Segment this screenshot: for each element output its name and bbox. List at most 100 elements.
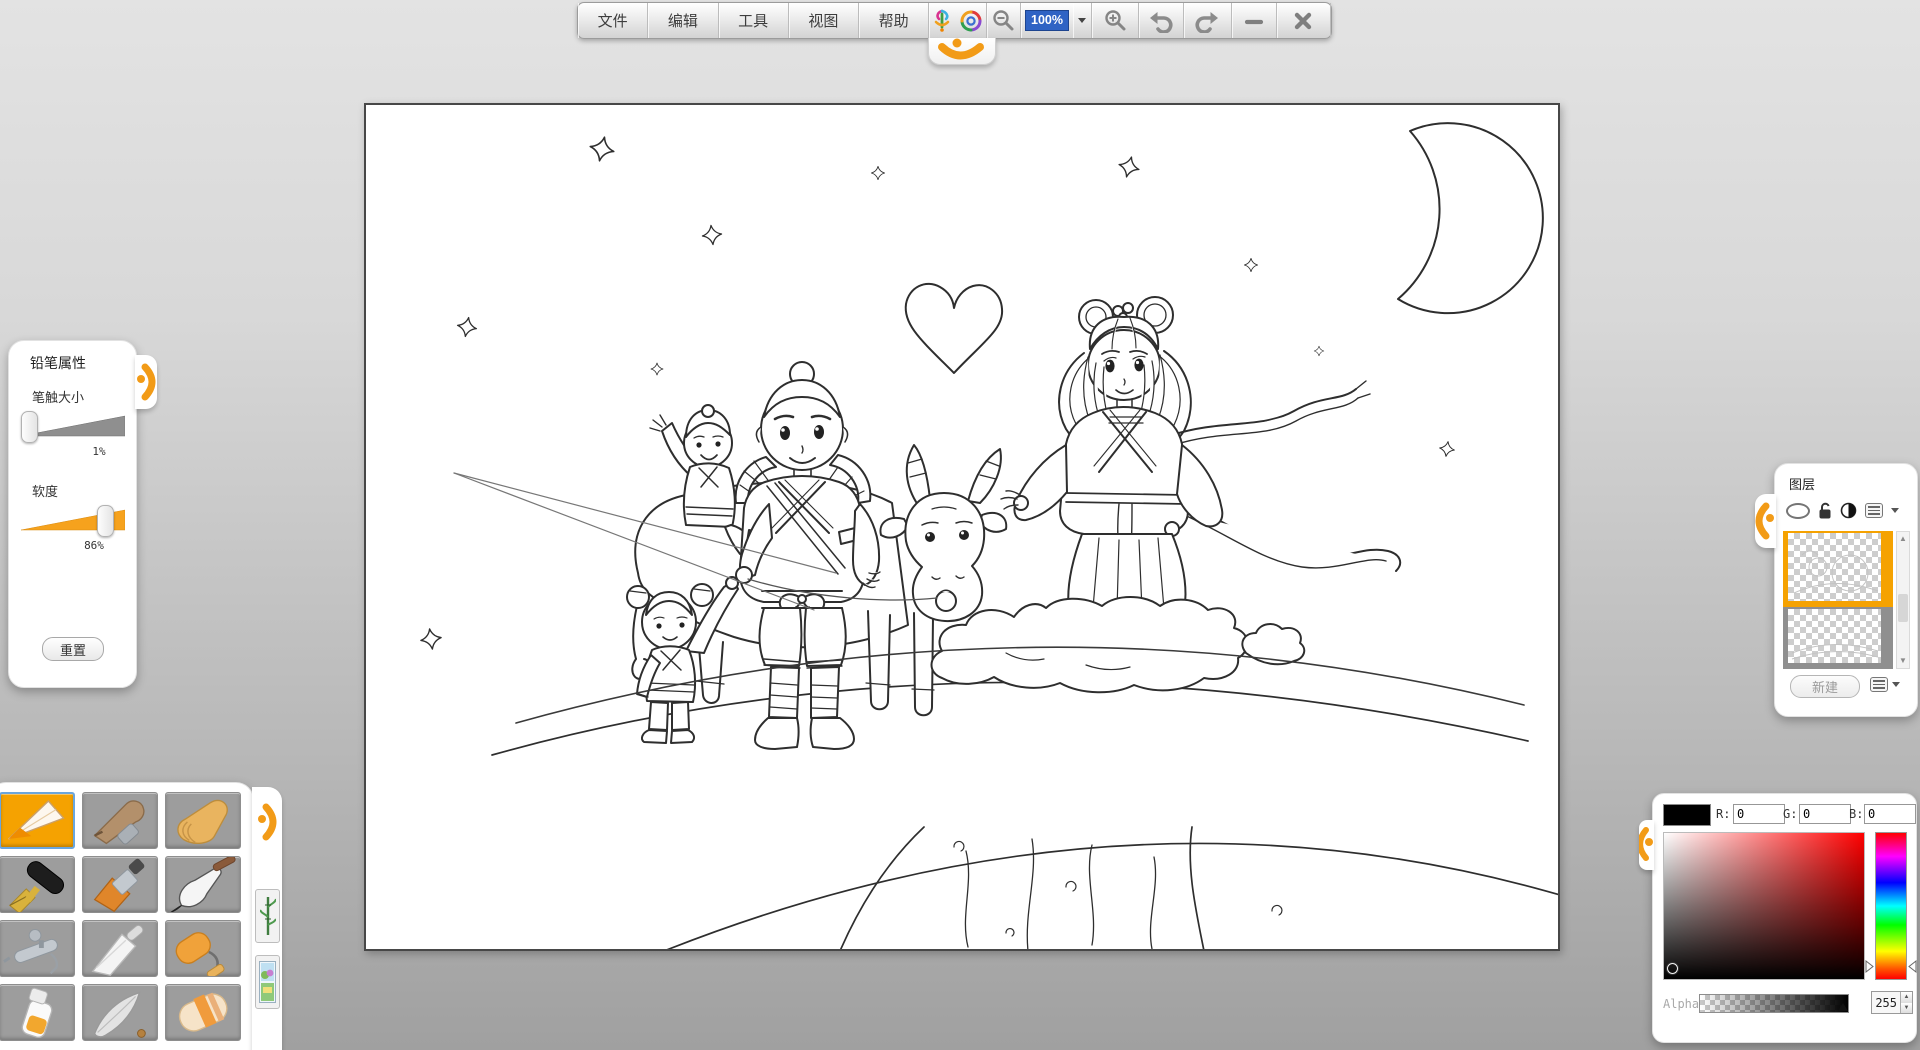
gallery-logo-icon[interactable] [959, 9, 983, 33]
brush-size-slider-handle[interactable] [21, 411, 38, 443]
milky-way-river [664, 827, 1558, 949]
alpha-slider-marker[interactable] [1838, 1003, 1848, 1011]
scroll-down-icon[interactable]: ▼ [1897, 656, 1909, 666]
chevron-down-icon[interactable] [1891, 508, 1899, 513]
menu-file[interactable]: 文件 [578, 3, 648, 38]
scrollbar-thumb[interactable] [1898, 594, 1908, 622]
layer-thumbnail-selected[interactable] [1783, 531, 1893, 607]
layer-list [1783, 531, 1893, 669]
red-input[interactable] [1733, 804, 1785, 824]
saturation-value-picker[interactable] [1663, 832, 1865, 980]
tool-pencil[interactable] [0, 792, 75, 849]
toolbar-smiley-handle[interactable] [928, 38, 996, 65]
softness-slider-handle[interactable] [97, 505, 114, 537]
undo-button[interactable] [1139, 3, 1184, 38]
close-button[interactable] [1277, 3, 1331, 38]
main-toolbar: 文件 编辑 工具 视图 帮助 [577, 2, 1332, 39]
smiley-icon [1639, 820, 1654, 870]
menu-file-label: 文件 [598, 10, 628, 31]
zoom-out-button[interactable] [987, 3, 1022, 38]
tool-airbrush[interactable] [0, 920, 75, 977]
reset-button[interactable]: 重置 [42, 637, 104, 661]
menu-help[interactable]: 帮助 [859, 3, 929, 38]
red-label: R: [1716, 807, 1730, 821]
tool-ink-brush[interactable] [165, 856, 241, 913]
color-panel-handle[interactable] [1639, 820, 1654, 870]
tool-charcoal[interactable] [82, 792, 158, 849]
green-input[interactable] [1799, 804, 1851, 824]
cowherd-weaver-line-art [366, 105, 1558, 949]
zoom-in-button[interactable] [1092, 3, 1140, 38]
layer-menu-icon[interactable] [1870, 677, 1888, 692]
tool-palette-knife[interactable] [82, 920, 158, 977]
tool-eraser[interactable] [165, 984, 241, 1041]
menu-view[interactable]: 视图 [789, 3, 859, 38]
unlock-icon[interactable] [1818, 502, 1832, 519]
logo-button-group [929, 3, 986, 38]
layers-panel-handle[interactable] [1755, 494, 1776, 548]
zoom-level-dropdown[interactable] [1073, 3, 1092, 38]
minimize-button[interactable] [1232, 3, 1277, 38]
blue-input[interactable] [1864, 804, 1916, 824]
softness-slider[interactable] [21, 505, 125, 535]
tool-paint-bottle[interactable] [0, 984, 75, 1041]
layer-thumbnail[interactable] [1783, 607, 1893, 669]
brush-palette-panel [0, 782, 254, 1050]
paint-roller-icon [166, 920, 240, 977]
ink-brush-icon [166, 856, 240, 913]
crayon-icon [166, 792, 240, 849]
close-icon [1293, 11, 1313, 31]
tool-fountain-pen[interactable] [0, 856, 75, 913]
flat-brush-icon [83, 856, 157, 913]
hue-bar[interactable] [1875, 832, 1907, 980]
chevron-down-icon[interactable] [1892, 682, 1900, 687]
redo-button[interactable] [1184, 3, 1232, 38]
tool-paint-roller[interactable] [165, 920, 241, 977]
smiley-icon [929, 38, 995, 64]
moon [1398, 123, 1543, 313]
new-layer-button[interactable]: 新建 [1790, 675, 1860, 698]
spin-up-icon[interactable]: ▲ [1901, 992, 1912, 1003]
brush-size-slider[interactable] [21, 411, 125, 441]
alpha-spinner[interactable]: 255 ▲ ▼ [1871, 991, 1913, 1014]
tool-crayon[interactable] [165, 792, 241, 849]
eraser-icon [166, 984, 240, 1041]
pencil-panel-title: 铅笔属性 [30, 353, 86, 373]
menu-view-label: 视图 [808, 10, 838, 31]
airbrush-icon [0, 920, 74, 977]
layer-scrollbar[interactable]: ▲ ▼ [1896, 531, 1910, 669]
spin-down-icon[interactable]: ▼ [1901, 1003, 1912, 1014]
app-window: 文件 编辑 工具 视图 帮助 [0, 0, 1920, 1050]
hue-marker-left[interactable] [1865, 960, 1874, 973]
fun-logo-icon[interactable] [931, 8, 954, 33]
hue-marker-right[interactable] [1908, 960, 1917, 973]
bamboo-stamp-tab[interactable] [255, 889, 280, 943]
picture-stamp-tab[interactable] [255, 955, 280, 1009]
menu-tools[interactable]: 工具 [719, 3, 789, 38]
tool-flat-brush[interactable] [82, 856, 158, 913]
alpha-slider[interactable] [1699, 994, 1849, 1013]
softness-label: 软度 [32, 481, 58, 500]
sv-picker-marker[interactable] [1667, 963, 1678, 974]
zoom-level-field[interactable]: 100% [1021, 3, 1072, 38]
scroll-up-icon[interactable]: ▲ [1897, 534, 1909, 544]
brush-size-label: 笔触大小 [32, 387, 84, 406]
pencil-panel-handle[interactable] [135, 355, 157, 409]
drawing-canvas[interactable] [364, 103, 1560, 951]
undo-icon [1148, 9, 1174, 33]
layer-menu-icon[interactable] [1865, 503, 1883, 518]
tool-quill[interactable] [82, 984, 158, 1041]
softness-value: 86% [71, 539, 117, 552]
quill-icon [83, 984, 157, 1041]
pencil-properties-panel: 铅笔属性 笔触大小 1% 软度 86% 重置 [8, 340, 137, 688]
green-label: G: [1783, 807, 1797, 821]
brush-size-value: 1% [79, 445, 119, 458]
layer-sketch-preview [1788, 533, 1881, 601]
blue-label: B: [1849, 807, 1863, 821]
opacity-icon[interactable] [1840, 502, 1857, 519]
layers-panel-title: 图层 [1789, 474, 1815, 493]
menu-edit[interactable]: 编辑 [648, 3, 718, 38]
bamboo-icon [260, 895, 276, 937]
visibility-ellipse-icon[interactable] [1786, 503, 1810, 519]
pencil-icon [1, 792, 73, 849]
